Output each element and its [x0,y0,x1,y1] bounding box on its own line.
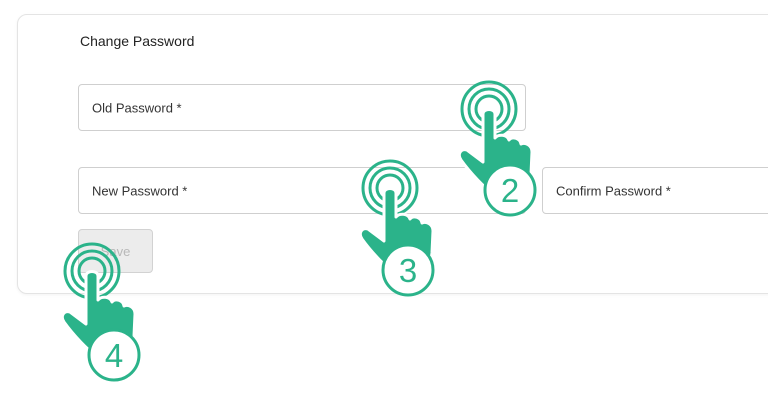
step-3-tap-hint-icon: 3 [358,159,435,297]
step-4-tap-hint-icon: 4 [60,242,141,382]
step-2-number: 2 [501,172,519,209]
tap-hint-overlay: 2 3 4 [60,80,537,382]
step-2-tap-hint-icon: 2 [457,80,537,217]
step-4-number: 4 [105,337,123,374]
step-3-number: 3 [399,252,417,289]
